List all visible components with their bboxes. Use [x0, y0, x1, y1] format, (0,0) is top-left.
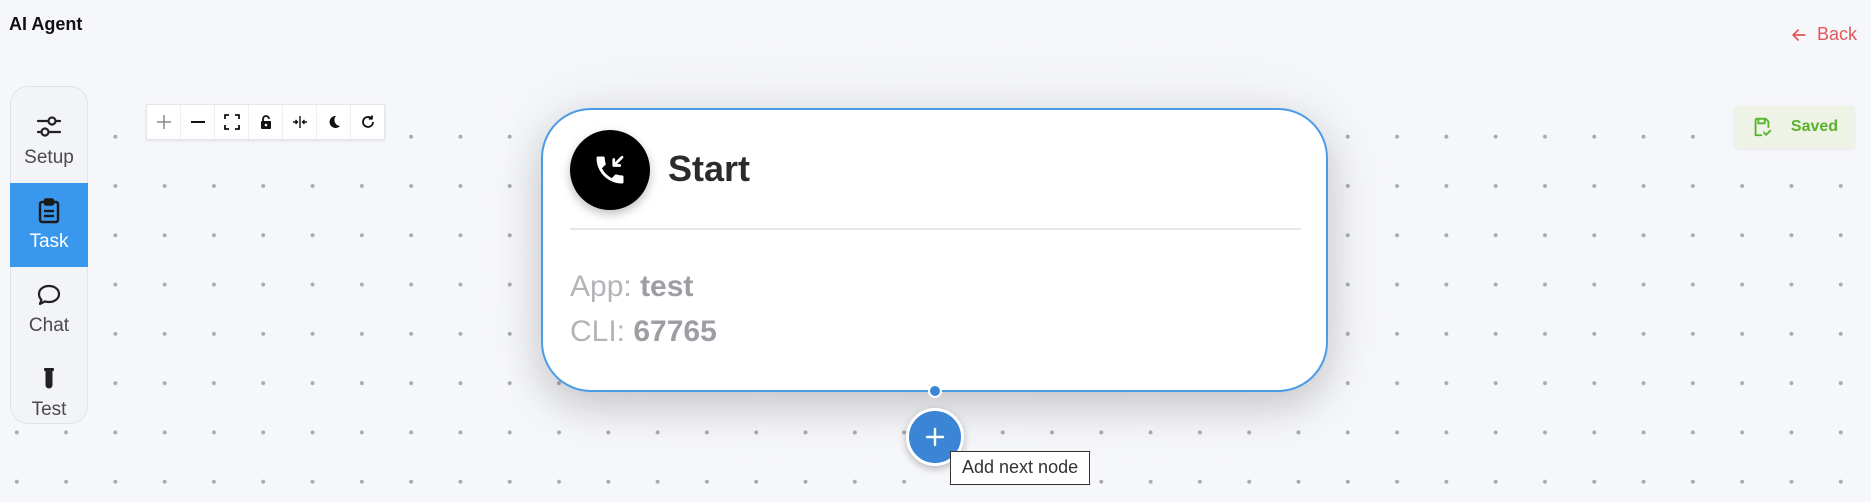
sidebar-item-label: Chat: [28, 315, 70, 336]
sidebar-item-label: Setup: [24, 147, 74, 168]
incoming-call-icon: [570, 130, 650, 210]
start-node[interactable]: Start App: test CLI: 67765: [541, 108, 1328, 392]
node-divider: [570, 228, 1301, 230]
back-button[interactable]: Back: [1789, 24, 1857, 45]
node-output-handle[interactable]: [928, 384, 942, 398]
saved-status-badge: Saved: [1735, 106, 1854, 148]
saved-file-icon: [1754, 117, 1772, 137]
chat-bubble-icon: [37, 284, 61, 306]
arrow-left-icon: [1792, 28, 1806, 41]
saved-label: Saved: [1790, 118, 1839, 135]
plus-icon: [925, 427, 945, 447]
sidebar-item-chat[interactable]: Chat: [10, 267, 88, 351]
sidebar-item-test[interactable]: Test: [10, 351, 88, 435]
refresh-icon: [361, 115, 374, 128]
sidebar-item-task[interactable]: Task: [10, 183, 88, 267]
app-label: App:: [570, 270, 632, 303]
sidebar-item-label: Test: [31, 399, 67, 420]
sidebar-item-setup[interactable]: Setup: [10, 99, 88, 183]
app-title: AI Agent: [9, 14, 83, 34]
dark-mode-icon: [329, 115, 340, 128]
cli-value: 67765: [633, 315, 717, 348]
zoom-out-icon: [190, 121, 205, 123]
back-label: Back: [1816, 24, 1857, 44]
node-title: Start: [668, 148, 751, 189]
fit-view-button[interactable]: [215, 105, 249, 139]
split-button[interactable]: [283, 105, 317, 139]
lock-icon: [260, 115, 271, 129]
zoom-in-icon: [156, 115, 171, 129]
app-value: test: [640, 270, 694, 303]
sliders-icon: [36, 116, 62, 137]
add-node-tooltip: Add next node: [950, 451, 1091, 485]
sidebar-item-label: Task: [29, 231, 69, 252]
test-tube-icon: [44, 368, 54, 389]
sidebar: Setup Task Chat Test: [10, 86, 88, 424]
cli-label: CLI:: [570, 315, 626, 348]
fit-view-icon: [223, 114, 240, 130]
lock-button[interactable]: [249, 105, 283, 139]
clipboard-icon: [38, 198, 60, 224]
flow-toolbar: [146, 104, 385, 140]
zoom-in-button[interactable]: [147, 105, 181, 139]
zoom-out-button[interactable]: [181, 105, 215, 139]
node-app-field: App: test: [570, 270, 693, 304]
dark-mode-button[interactable]: [317, 105, 351, 139]
split-icon: [292, 116, 307, 128]
refresh-button[interactable]: [351, 105, 384, 139]
node-cli-field: CLI: 67765: [570, 315, 717, 349]
